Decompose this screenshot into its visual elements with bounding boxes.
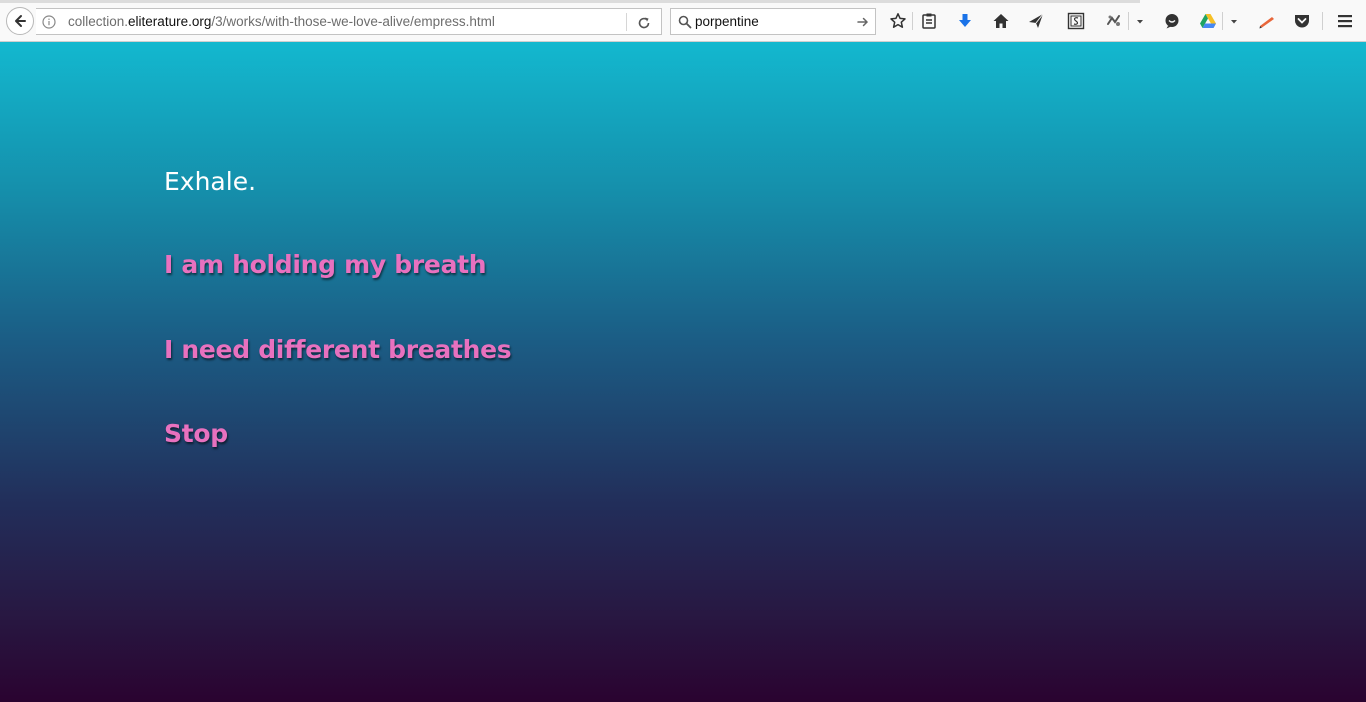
url-path: /3/works/with-those-we-love-alive/empres…: [211, 14, 495, 29]
chat-icon[interactable]: [1162, 11, 1182, 31]
back-button[interactable]: [6, 7, 34, 35]
screenshot-icon[interactable]: [1066, 11, 1086, 31]
back-arrow-icon: [15, 15, 26, 27]
chevron-down-icon[interactable]: [1226, 11, 1242, 31]
toolbar-divider: [1222, 12, 1223, 30]
choice-holding-breath-link[interactable]: I am holding my breath: [164, 250, 487, 279]
download-icon[interactable]: [955, 11, 975, 31]
url-domain: eliterature.org: [128, 14, 212, 29]
tab-strip-edge: [0, 0, 1140, 3]
reload-button[interactable]: [635, 14, 653, 32]
toolbar-divider: [1322, 12, 1323, 30]
drive-icon[interactable]: [1198, 11, 1218, 31]
send-icon[interactable]: [1026, 11, 1046, 31]
url-prefix: collection.: [68, 14, 129, 29]
chevron-down-icon[interactable]: [1132, 11, 1148, 31]
pocket-icon[interactable]: [1292, 11, 1312, 31]
url-bar-divider: [626, 13, 627, 31]
story-page: Exhale. I am holding my breath I need di…: [0, 42, 1366, 702]
browser-toolbar: collection.eliterature.org/3/works/with-…: [0, 0, 1366, 42]
search-go-button[interactable]: [855, 14, 871, 30]
reading-list-icon[interactable]: [919, 11, 939, 31]
toolbar-divider: [1128, 12, 1129, 30]
pen-icon[interactable]: [1257, 11, 1277, 31]
url-bar[interactable]: collection.eliterature.org/3/works/with-…: [36, 8, 662, 35]
search-input[interactable]: [695, 14, 845, 29]
passage-text: Exhale.: [164, 167, 257, 196]
url-text[interactable]: collection.eliterature.org/3/works/with-…: [68, 14, 495, 29]
reload-icon: [638, 17, 650, 29]
choice-different-breathes-link[interactable]: I need different breathes: [164, 335, 512, 364]
arrow-right-icon: [857, 17, 869, 27]
bookmark-star-icon[interactable]: [888, 11, 908, 31]
toolbar-divider: [912, 12, 913, 30]
extension-icon[interactable]: [1104, 11, 1124, 31]
home-icon[interactable]: [991, 11, 1011, 31]
info-icon[interactable]: [42, 14, 56, 29]
search-bar[interactable]: [670, 8, 876, 35]
menu-icon[interactable]: [1335, 11, 1355, 31]
choice-stop-link[interactable]: Stop: [164, 419, 228, 448]
search-icon: [677, 14, 693, 30]
